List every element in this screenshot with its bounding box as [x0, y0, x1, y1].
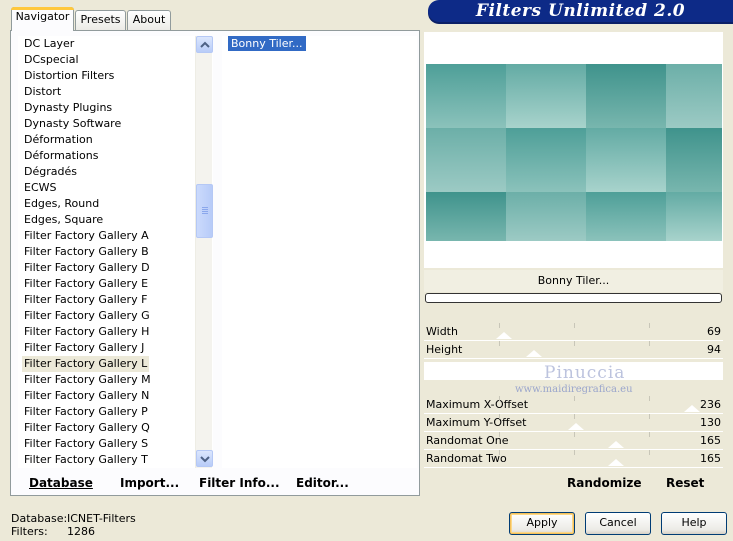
- progress-bar: [425, 293, 722, 303]
- list-item[interactable]: Filter Factory Gallery N: [22, 388, 151, 404]
- cancel-button[interactable]: Cancel: [585, 512, 651, 535]
- status-value: ICNET-Filters: [67, 512, 136, 525]
- list-item[interactable]: Filter Factory Gallery F: [22, 292, 149, 308]
- list-item[interactable]: Filter Factory Gallery E: [22, 276, 150, 292]
- category-list[interactable]: DC Layer DCspecial Distortion Filters Di…: [18, 36, 213, 468]
- list-item[interactable]: Filter Factory Gallery B: [22, 244, 151, 260]
- list-item[interactable]: Déformation: [22, 132, 95, 148]
- list-item[interactable]: Filter Factory Gallery S: [22, 436, 150, 452]
- list-item[interactable]: Distort: [22, 84, 63, 100]
- help-button[interactable]: Help: [661, 512, 727, 535]
- param-height[interactable]: Height 94: [424, 341, 723, 359]
- list-item[interactable]: Dégradés: [22, 164, 79, 180]
- param-value: 69: [707, 325, 721, 338]
- param-width[interactable]: Width 69: [424, 323, 723, 341]
- status-filters: Filters: 1286: [11, 525, 95, 538]
- list-item-selected[interactable]: Filter Factory Gallery L: [22, 356, 150, 372]
- scroll-up-button[interactable]: [196, 36, 213, 53]
- slider-thumb[interactable]: [568, 423, 584, 430]
- param-label: Randomat Two: [426, 452, 507, 465]
- slider-thumb[interactable]: [608, 459, 624, 466]
- import-button[interactable]: Import...: [120, 476, 179, 490]
- preview-actions: Randomize Reset: [424, 470, 723, 496]
- banner-title: Filters Unlimited 2.0: [475, 1, 686, 21]
- param-value: 236: [700, 398, 721, 411]
- tab-navigator[interactable]: Navigator: [11, 7, 74, 31]
- list-item[interactable]: Filter Factory Gallery P: [22, 404, 150, 420]
- editor-button[interactable]: Editor...: [296, 476, 349, 490]
- param-max-x-offset[interactable]: Maximum X-Offset 236: [424, 396, 723, 414]
- scroll-down-button[interactable]: [196, 450, 213, 467]
- list-item[interactable]: Distortion Filters: [22, 68, 116, 84]
- category-scrollbar[interactable]: [195, 36, 213, 468]
- randomize-button[interactable]: Randomize: [567, 476, 641, 490]
- tab-presets[interactable]: Presets: [75, 10, 126, 30]
- list-item[interactable]: Edges, Round: [22, 196, 101, 212]
- slider-thumb[interactable]: [526, 350, 542, 357]
- param-label: Height: [426, 343, 463, 356]
- list-item[interactable]: Filter Factory Gallery J: [22, 340, 146, 356]
- list-item[interactable]: Dynasty Plugins: [22, 100, 114, 116]
- watermark-url: www.maidiregrafica.eu: [515, 384, 633, 395]
- status-database: Database:ICNET-Filters: [11, 512, 136, 525]
- scroll-thumb[interactable]: [196, 184, 213, 238]
- param-max-y-offset[interactable]: Maximum Y-Offset 130: [424, 414, 723, 432]
- filter-list[interactable]: Bonny Tiler...: [222, 36, 417, 468]
- slider-thumb[interactable]: [684, 405, 700, 412]
- list-item[interactable]: Filter Factory Gallery G: [22, 308, 152, 324]
- title-banner: Filters Unlimited 2.0: [428, 0, 733, 22]
- param-value: 165: [700, 434, 721, 447]
- reset-button[interactable]: Reset: [666, 476, 704, 490]
- param-label: Maximum X-Offset: [426, 398, 529, 411]
- filters-unlimited-window: { "tabs": [ {"label": "Navigator", "acti…: [0, 0, 733, 541]
- list-item[interactable]: Filter Factory Gallery A: [22, 228, 151, 244]
- list-item[interactable]: Filter Factory Gallery T: [22, 452, 150, 468]
- param-randomat-two[interactable]: Randomat Two 165: [424, 450, 723, 468]
- list-item[interactable]: Déformations: [22, 148, 100, 164]
- filter-info-button[interactable]: Filter Info...: [199, 476, 280, 490]
- param-value: 130: [700, 416, 721, 429]
- tab-about[interactable]: About: [127, 10, 171, 30]
- param-label: Randomat One: [426, 434, 509, 447]
- list-item[interactable]: Dynasty Software: [22, 116, 123, 132]
- list-item[interactable]: Filter Factory Gallery M: [22, 372, 153, 388]
- list-item[interactable]: Edges, Square: [22, 212, 105, 228]
- list-item[interactable]: Filter Factory Gallery D: [22, 260, 152, 276]
- param-value: 165: [700, 452, 721, 465]
- status-label: Database:: [11, 512, 68, 525]
- status-value: 1286: [67, 525, 95, 538]
- chevron-up-icon: [200, 41, 210, 48]
- param-value: 94: [707, 343, 721, 356]
- apply-button[interactable]: Apply: [509, 512, 575, 535]
- current-filter-name: Bonny Tiler...: [424, 270, 723, 292]
- chevron-down-icon: [200, 456, 210, 463]
- slider-thumb[interactable]: [496, 332, 512, 339]
- param-randomat-one[interactable]: Randomat One 165: [424, 432, 723, 450]
- status-label: Filters:: [11, 525, 48, 538]
- preview-image: [426, 64, 722, 241]
- list-item[interactable]: Filter Factory Gallery H: [22, 324, 151, 340]
- list-item[interactable]: Filter Factory Gallery Q: [22, 420, 152, 436]
- filter-item-selected[interactable]: Bonny Tiler...: [228, 36, 306, 51]
- list-item[interactable]: DC Layer: [22, 36, 76, 52]
- watermark-name: Pinuccia: [544, 363, 626, 383]
- list-item[interactable]: DCspecial: [22, 52, 81, 68]
- param-label: Width: [426, 325, 458, 338]
- database-button[interactable]: Database: [29, 476, 93, 490]
- list-item[interactable]: ECWS: [22, 180, 59, 196]
- param-label: Maximum Y-Offset: [426, 416, 527, 429]
- slider-thumb[interactable]: [608, 441, 624, 448]
